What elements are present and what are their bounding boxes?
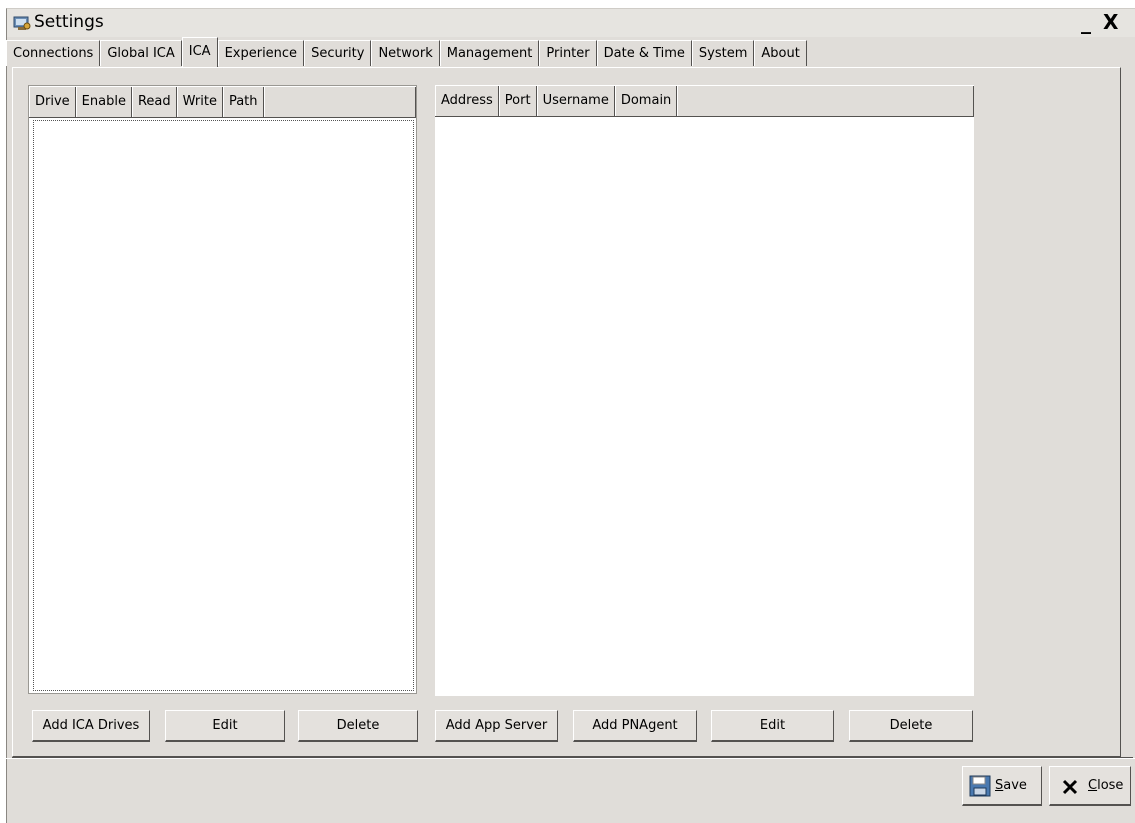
panel-divider-highlight	[6, 758, 1135, 759]
tab-connections[interactable]: Connections	[6, 40, 101, 66]
edit-drive-button[interactable]: Edit	[165, 710, 285, 742]
app-icon	[13, 16, 31, 30]
tab-printer[interactable]: Printer	[539, 40, 597, 66]
tab-ica[interactable]: ICA	[181, 37, 218, 67]
minimize-button[interactable]: _	[1081, 12, 1091, 32]
close-button[interactable]: Close	[1049, 766, 1131, 806]
column-header-username[interactable]: Username	[536, 86, 615, 116]
tab-about[interactable]: About	[754, 40, 807, 66]
edit-server-button[interactable]: Edit	[711, 710, 834, 742]
x-icon	[1062, 779, 1078, 795]
save-label: Save	[995, 778, 1027, 793]
column-header-port[interactable]: Port	[498, 86, 537, 116]
column-header-write[interactable]: Write	[176, 87, 223, 117]
servers-list-body[interactable]	[435, 117, 974, 696]
tab-bar: Connections Global ICA ICA Experience Se…	[6, 37, 807, 67]
save-button[interactable]: Save	[962, 766, 1042, 806]
column-header-address[interactable]: Address	[435, 86, 499, 116]
close-window-button[interactable]: X	[1103, 12, 1118, 32]
floppy-disk-icon	[969, 775, 991, 797]
tab-global-ica[interactable]: Global ICA	[100, 40, 182, 66]
window-title: Settings	[34, 12, 104, 32]
drives-list-body[interactable]	[33, 120, 414, 691]
tab-system[interactable]: System	[691, 40, 755, 66]
servers-list-header: Address Port Username Domain	[435, 85, 974, 117]
column-header-enable[interactable]: Enable	[75, 87, 132, 117]
column-header-filler	[263, 87, 416, 117]
drives-list-header: Drive Enable Read Write Path	[29, 86, 416, 118]
tab-date-time[interactable]: Date & Time	[596, 40, 692, 66]
column-header-path[interactable]: Path	[222, 87, 264, 117]
tab-management[interactable]: Management	[439, 40, 540, 66]
add-ica-drives-button[interactable]: Add ICA Drives	[32, 710, 150, 742]
delete-drive-button[interactable]: Delete	[298, 710, 418, 742]
tab-experience[interactable]: Experience	[217, 40, 305, 66]
add-app-server-button[interactable]: Add App Server	[435, 710, 558, 742]
column-header-drive[interactable]: Drive	[29, 87, 76, 117]
tab-security[interactable]: Security	[304, 40, 372, 66]
close-label: Close	[1088, 778, 1124, 793]
add-pnagent-button[interactable]: Add PNAgent	[573, 710, 697, 742]
title-bar: Settings _ X	[7, 9, 1135, 37]
tab-network[interactable]: Network	[371, 40, 440, 66]
drives-list[interactable]: Drive Enable Read Write Path	[28, 85, 417, 694]
column-header-read[interactable]: Read	[131, 87, 177, 117]
column-header-filler	[677, 86, 974, 116]
delete-server-button[interactable]: Delete	[849, 710, 973, 742]
servers-list[interactable]: Address Port Username Domain	[435, 85, 974, 696]
column-header-domain[interactable]: Domain	[614, 86, 678, 116]
